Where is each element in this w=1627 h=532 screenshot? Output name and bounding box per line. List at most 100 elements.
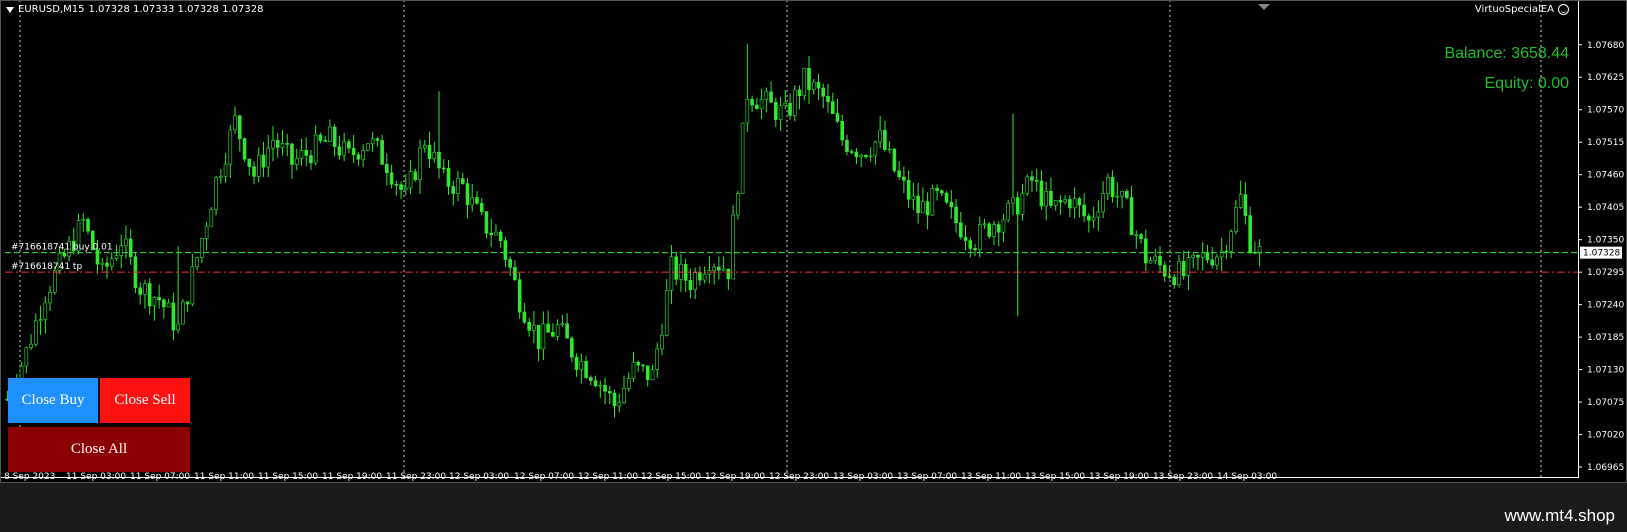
candle-body — [878, 129, 882, 143]
candle-body — [764, 91, 769, 100]
candle-body — [1257, 246, 1262, 253]
candles — [5, 43, 1262, 418]
candle-body — [607, 391, 612, 394]
candle-body — [660, 334, 664, 350]
candle-body — [1120, 190, 1124, 197]
candle-body — [1238, 194, 1243, 208]
candle-body — [555, 324, 560, 337]
candle-body — [968, 240, 973, 249]
close-buy-button[interactable]: Close Buy — [8, 378, 98, 423]
candle-body — [1248, 215, 1252, 253]
candle-body — [422, 144, 427, 149]
candle-body — [1115, 195, 1120, 198]
candle-body — [223, 163, 228, 177]
candle-body — [835, 113, 840, 122]
price-tick-label: 1.07185 — [1587, 333, 1624, 343]
candle-body — [1082, 204, 1086, 217]
candle-body — [62, 253, 67, 257]
candle-body — [219, 175, 223, 178]
expert-advisor-label: VirtuoSpecialEA — [1475, 4, 1569, 15]
candle-body — [987, 223, 992, 237]
shift-marker-icon[interactable] — [1258, 4, 1270, 10]
candle-body — [522, 311, 527, 323]
candle-body — [275, 140, 280, 148]
candle-body — [1087, 215, 1091, 221]
price-chart[interactable]: #716618741 buy 0.01 #716618741 tp 1.0768… — [0, 0, 1627, 483]
candle-body — [958, 222, 963, 238]
candle-body — [807, 67, 811, 90]
price-tick-label: 1.07680 — [1587, 41, 1624, 51]
candle-body — [404, 187, 408, 190]
candle-body — [81, 218, 86, 221]
chart-window[interactable]: #716618741 buy 0.01 #716618741 tp 1.0768… — [0, 0, 1627, 483]
candle-body — [816, 81, 821, 89]
candle-body — [195, 257, 199, 267]
candle-body — [498, 231, 503, 241]
candle-body — [280, 143, 285, 148]
candle-body — [1143, 238, 1148, 264]
close-sell-button[interactable]: Close Sell — [100, 378, 190, 423]
candle-body — [375, 138, 380, 141]
candle-body — [237, 115, 242, 139]
candle-body — [1030, 176, 1034, 181]
candle-body — [228, 129, 233, 165]
candle-body — [427, 144, 432, 159]
candle-body — [441, 167, 446, 170]
candle-body — [143, 283, 147, 295]
candle-body — [152, 297, 157, 307]
candle-body — [124, 238, 128, 247]
balance-label: Balance: 3658.44 — [1444, 45, 1569, 62]
candle-body — [1158, 255, 1162, 266]
time-tick-label: 11 Sep 07:00 — [130, 472, 190, 482]
candle-body — [1162, 264, 1167, 277]
candle-body — [394, 183, 399, 186]
time-tick-label: 11 Sep 03:00 — [66, 472, 126, 482]
candle-body — [517, 279, 522, 313]
candle-body — [1253, 251, 1257, 254]
candle-body — [1139, 234, 1143, 240]
time-tick-label: 12 Sep 11:00 — [578, 472, 638, 482]
time-tick-label: 13 Sep 11:00 — [961, 472, 1021, 482]
current-price-label: 1.07328 — [1583, 249, 1620, 259]
candle-body — [826, 95, 830, 102]
expert-name: VirtuoSpecialEA — [1474, 4, 1554, 15]
price-tick-label: 1.07130 — [1587, 366, 1624, 376]
candle-body — [233, 115, 237, 131]
candle-body — [147, 283, 152, 307]
price-tick-label: 1.07075 — [1587, 398, 1624, 408]
smiley-icon[interactable] — [1558, 4, 1569, 15]
candle-body — [622, 388, 626, 403]
candle-body — [413, 171, 418, 181]
candle-body — [859, 155, 863, 158]
candle-body — [589, 377, 593, 381]
candle-body — [1129, 197, 1134, 236]
candle-body — [726, 268, 731, 280]
candle-body — [1205, 252, 1210, 261]
candle-body — [911, 195, 916, 200]
price-tick-label: 1.06965 — [1587, 463, 1624, 473]
candle-body — [854, 151, 859, 158]
candle-body — [977, 224, 982, 251]
candle-body — [1039, 180, 1044, 207]
candle-body — [43, 302, 48, 320]
candle-body — [736, 193, 740, 216]
candle-body — [318, 134, 323, 141]
candle-body — [185, 301, 190, 305]
candle-body — [475, 197, 479, 204]
candle-body — [1219, 250, 1224, 258]
candle-body — [1210, 259, 1214, 266]
candle-body — [712, 266, 716, 271]
time-tick-label: 13 Sep 19:00 — [1089, 472, 1149, 482]
candle-body — [570, 337, 574, 358]
candle-body — [408, 171, 413, 189]
candle-body — [351, 147, 356, 156]
candle-body — [1091, 216, 1096, 221]
candle-body — [963, 236, 968, 241]
tp-order-label: #716618741 tp — [11, 262, 82, 272]
candle-body — [1148, 260, 1153, 264]
menu-triangle-icon[interactable] — [6, 6, 14, 13]
candle-body — [53, 270, 57, 293]
close-all-button[interactable]: Close All — [8, 427, 190, 472]
candle-body — [892, 148, 897, 172]
candle-body — [688, 280, 693, 291]
